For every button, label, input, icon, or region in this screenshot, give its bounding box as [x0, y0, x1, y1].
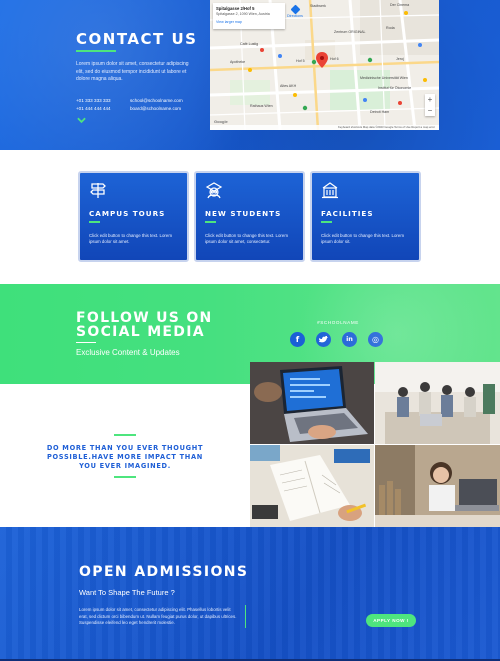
feature-title: CAMPUS TOURS — [89, 209, 166, 218]
map-label: Der Cinema — [390, 3, 410, 7]
map-label: Jeroj — [396, 57, 404, 61]
email-link[interactable]: school@schoolname.com — [130, 97, 183, 105]
feature-title: FACILITIES — [321, 209, 374, 218]
student-icon — [205, 182, 223, 199]
map-label: Zentrum ORIGINAL — [334, 30, 366, 34]
feature-underline — [205, 221, 216, 223]
apply-now-button[interactable]: APPLY NOW ! — [366, 614, 416, 627]
map-place-card: Spitalgasse 2/Hof 5 Spitalgasse 2, 1090 … — [213, 3, 285, 29]
photo-laptop-coding — [250, 362, 374, 444]
promo-text: DO MORE THAN YOU EVER THOUGHT POSSIBLE.H… — [46, 444, 204, 470]
map-label: Hof 6 — [330, 57, 339, 61]
facebook-icon[interactable]: f — [290, 332, 305, 347]
twitter-icon[interactable] — [316, 332, 331, 347]
contact-phones: +01 333 333 333 +01 444 444 444 — [76, 97, 111, 113]
feature-text: Click edit button to change this text. L… — [89, 233, 172, 245]
social-title: FOLLOW US ON SOCIAL MEDIA — [76, 311, 246, 339]
feature-title: NEW STUDENTS — [205, 209, 282, 218]
chevron-down-icon[interactable] — [77, 117, 86, 124]
contact-description: Lorem ipsum dolor sit amet, consectetur … — [76, 61, 189, 82]
divider-line — [245, 605, 246, 628]
social-title-line: FOLLOW US ON — [76, 310, 213, 326]
instagram-icon[interactable]: ◎ — [368, 332, 383, 347]
photo-team-meeting — [375, 362, 500, 444]
map-zoom-control[interactable]: + − — [425, 94, 435, 116]
photo-study-books — [250, 445, 374, 527]
map-label: Medizinische Universität Wien — [360, 76, 408, 80]
promo-top-line — [114, 434, 136, 436]
admissions-section: OPEN ADMISSIONS Want To Shape The Future… — [0, 527, 500, 661]
view-larger-map-link[interactable]: View larger map — [216, 20, 282, 24]
directions-label: Directions — [287, 14, 303, 18]
admissions-title: OPEN ADMISSIONS — [79, 564, 249, 580]
contact-emails: school@schoolname.com board@schoolname.c… — [130, 97, 183, 113]
photo-student-laptop-image — [375, 445, 500, 527]
hashtag-label: #SCHOOLNAME — [317, 320, 359, 325]
feature-text: Click edit button to change this text. L… — [205, 233, 288, 245]
contact-title: CONTACT US — [76, 30, 198, 48]
feature-card-new-students[interactable]: NEW STUDENTS Click edit button to change… — [194, 171, 305, 262]
features-section: CAMPUS TOURS Click edit button to change… — [0, 150, 500, 284]
admissions-subtitle: Want To Shape The Future ? — [79, 588, 175, 597]
map-label: Detroit Ham — [370, 110, 390, 114]
building-icon — [322, 182, 338, 199]
feature-underline — [89, 221, 100, 223]
feature-card-campus-tours[interactable]: CAMPUS TOURS Click edit button to change… — [78, 171, 189, 262]
contact-section: CONTACT US Lorem ipsum dolor sit amet, c… — [0, 0, 500, 150]
map-label: Rathaus Wien — [250, 104, 273, 108]
signpost-icon — [90, 183, 106, 198]
map-label: Institut für Ökonomie — [378, 86, 412, 90]
map-attribution[interactable]: Keyboard shortcuts Map data ©2023 Google… — [210, 125, 439, 130]
social-underline — [76, 342, 96, 343]
feature-underline — [321, 221, 332, 223]
map-place-address: Spitalgasse 2, 1090 Wien, Austria — [216, 12, 270, 16]
social-subtitle: Exclusive Content & Updates — [76, 348, 180, 357]
map-label: Hof 5 — [296, 59, 305, 63]
phone-link[interactable]: +01 444 444 444 — [76, 105, 111, 113]
promo-bottom-line — [114, 476, 136, 478]
twitter-bird-glyph — [319, 336, 328, 343]
map-label: Stadtwerk — [310, 4, 326, 8]
map-label: Roda — [386, 26, 395, 30]
photo-laptop-coding-image — [250, 362, 374, 444]
zoom-out-button[interactable]: − — [425, 105, 435, 116]
directions-link[interactable]: Directions — [284, 4, 306, 18]
map-place-title: Spitalgasse 2/Hof 5 — [216, 6, 255, 11]
feature-card-facilities[interactable]: FACILITIES Click edit button to change t… — [310, 171, 421, 262]
social-title-line: SOCIAL MEDIA — [76, 324, 205, 340]
google-map[interactable]: Spitalgasse 2/Hof 5 Spitalgasse 2, 1090 … — [210, 0, 439, 130]
linkedin-icon[interactable]: in — [342, 332, 357, 347]
email-link[interactable]: board@schoolname.com — [130, 105, 183, 113]
admissions-text: Lorem ipsum dolor sit amet, consectetur … — [79, 607, 237, 626]
feature-text: Click edit button to change this text. L… — [321, 233, 404, 245]
map-label: Café Lustig — [240, 42, 259, 46]
map-label: Altes AKH — [280, 84, 297, 88]
title-underline — [76, 50, 116, 52]
photo-team-meeting-image — [375, 362, 500, 444]
phone-link[interactable]: +01 333 333 333 — [76, 97, 111, 105]
google-logo: Google — [214, 119, 228, 124]
photo-student-laptop — [375, 445, 500, 527]
zoom-in-button[interactable]: + — [425, 94, 435, 105]
map-label: Apotheke — [230, 60, 246, 64]
photo-study-books-image — [250, 445, 374, 527]
directions-icon — [290, 4, 300, 15]
